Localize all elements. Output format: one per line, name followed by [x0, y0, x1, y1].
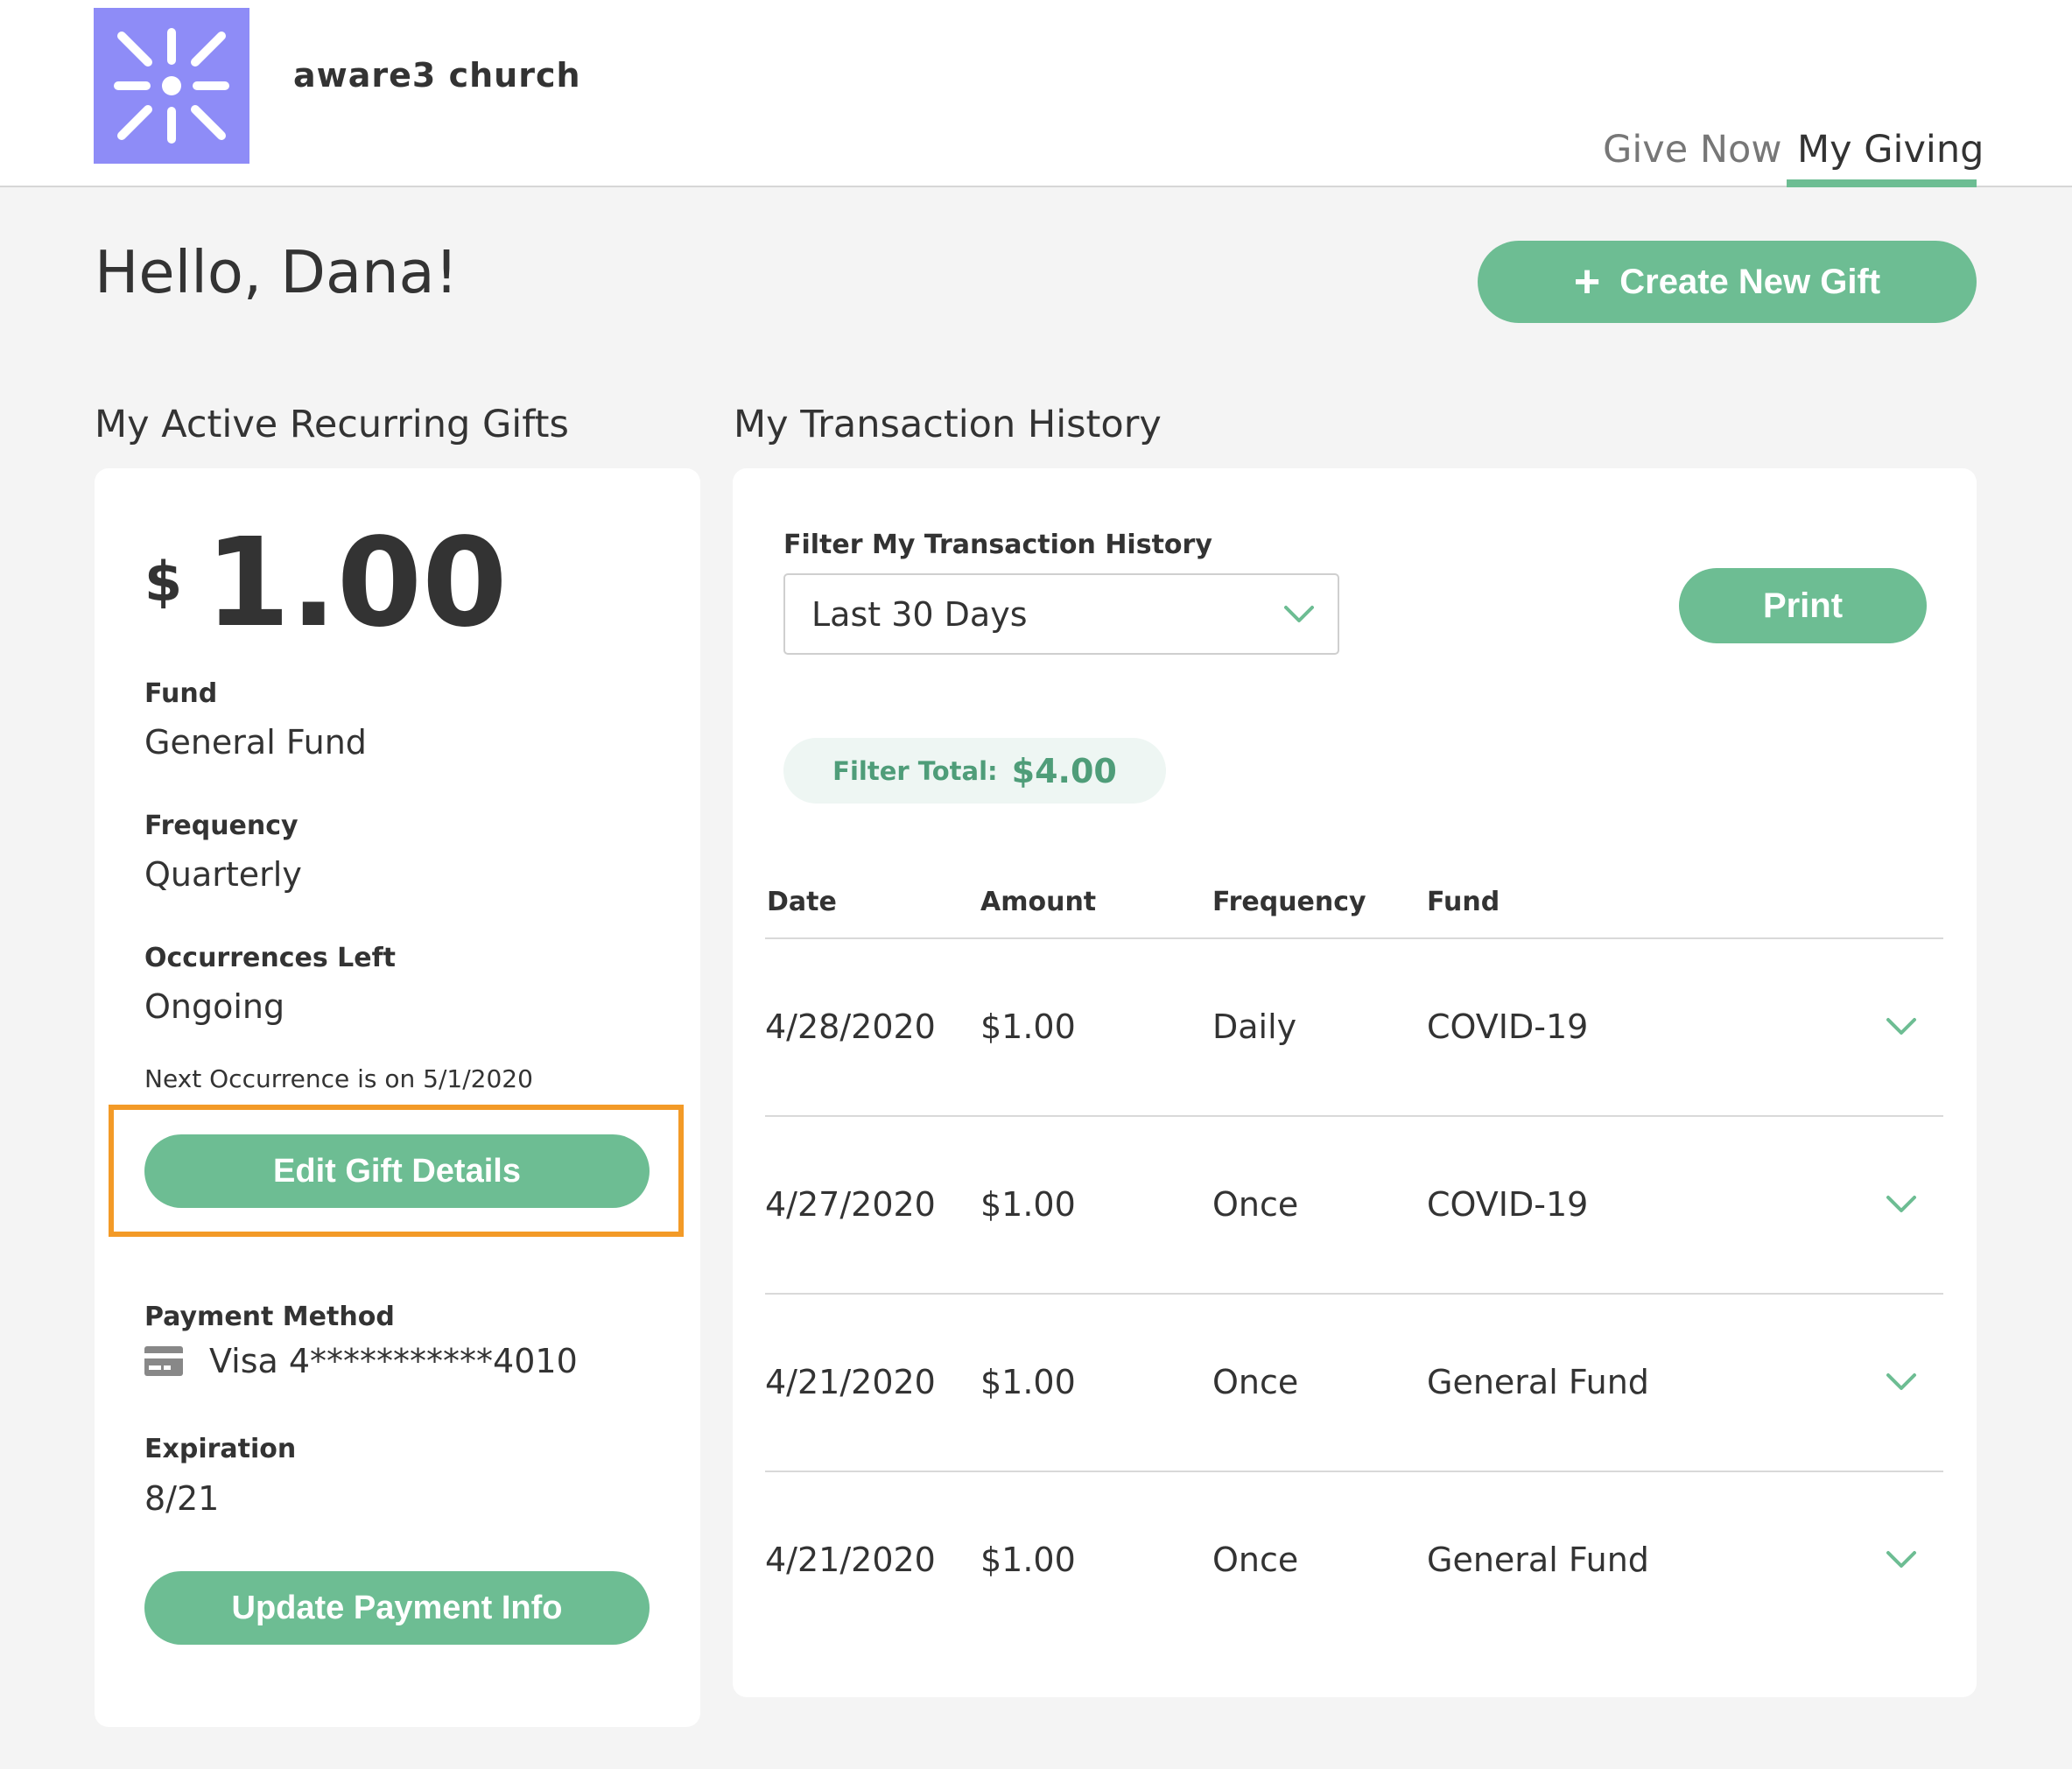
- transaction-history-title: My Transaction History: [734, 403, 1162, 446]
- greeting: Hello, Dana!: [95, 238, 459, 306]
- table-row[interactable]: 4/21/2020 $1.00 Once General Fund: [765, 1472, 1943, 1647]
- row-fund: General Fund: [1427, 1541, 1649, 1579]
- column-header-date: Date: [767, 887, 837, 917]
- nav-tab-my-giving[interactable]: My Giving: [1797, 128, 1984, 172]
- row-amount: $1.00: [980, 1185, 1076, 1224]
- credit-card-icon: [144, 1346, 183, 1376]
- sparkle-logo-icon: [114, 28, 229, 144]
- filter-total-value: $4.00: [1011, 751, 1117, 790]
- plus-icon: +: [1573, 256, 1601, 307]
- row-amount: $1.00: [980, 1363, 1076, 1401]
- row-date: 4/21/2020: [765, 1363, 936, 1401]
- row-date: 4/21/2020: [765, 1541, 936, 1579]
- top-header: aware3 church Give Now My Giving: [0, 0, 2072, 187]
- payment-method-row: Visa 4***********4010: [144, 1342, 578, 1380]
- row-frequency: Once: [1212, 1541, 1299, 1579]
- row-fund: COVID-19: [1427, 1185, 1589, 1224]
- row-amount: $1.00: [980, 1007, 1076, 1046]
- org-name: aware3 church: [293, 56, 581, 95]
- fund-value: General Fund: [144, 723, 367, 762]
- gift-amount: $ 1.00: [144, 516, 508, 651]
- table-row[interactable]: 4/28/2020 $1.00 Daily COVID-19: [765, 939, 1943, 1114]
- frequency-value: Quarterly: [144, 855, 302, 894]
- chevron-down-icon: [1284, 605, 1314, 622]
- expiration-label: Expiration: [144, 1434, 297, 1464]
- row-frequency: Once: [1212, 1185, 1299, 1224]
- create-new-gift-button[interactable]: + Create New Gift: [1478, 241, 1977, 323]
- payment-method-value: Visa 4***********4010: [209, 1342, 578, 1380]
- row-fund: General Fund: [1427, 1363, 1649, 1401]
- filter-total-badge: Filter Total: $4.00: [783, 738, 1166, 804]
- filter-label: Filter My Transaction History: [783, 530, 1212, 560]
- row-fund: COVID-19: [1427, 1007, 1589, 1046]
- row-date: 4/27/2020: [765, 1185, 936, 1224]
- fund-label: Fund: [144, 678, 218, 709]
- filter-dropdown[interactable]: Last 30 Days: [783, 573, 1339, 655]
- currency-symbol: $: [144, 550, 183, 614]
- filter-dropdown-value: Last 30 Days: [811, 594, 1028, 634]
- nav-tab-give-now[interactable]: Give Now: [1603, 128, 1781, 172]
- column-header-amount: Amount: [980, 887, 1097, 917]
- gift-amount-value: 1.00: [205, 512, 508, 655]
- column-header-fund: Fund: [1427, 887, 1500, 917]
- row-expand-chevron-icon[interactable]: [1886, 1472, 1917, 1647]
- table-row[interactable]: 4/21/2020 $1.00 Once General Fund: [765, 1295, 1943, 1470]
- row-expand-chevron-icon[interactable]: [1886, 939, 1917, 1114]
- print-button[interactable]: Print: [1679, 568, 1927, 643]
- row-amount: $1.00: [980, 1541, 1076, 1579]
- table-row[interactable]: 4/27/2020 $1.00 Once COVID-19: [765, 1117, 1943, 1292]
- expiration-value: 8/21: [144, 1479, 220, 1518]
- church-logo[interactable]: [94, 8, 249, 164]
- payment-method-label: Payment Method: [144, 1302, 395, 1332]
- create-new-gift-label: Create New Gift: [1619, 262, 1881, 301]
- row-expand-chevron-icon[interactable]: [1886, 1117, 1917, 1292]
- row-date: 4/28/2020: [765, 1007, 936, 1046]
- occurrences-left-label: Occurrences Left: [144, 943, 397, 973]
- recurring-gifts-title: My Active Recurring Gifts: [95, 403, 569, 446]
- occurrences-left-value: Ongoing: [144, 987, 285, 1026]
- frequency-label: Frequency: [144, 811, 299, 841]
- update-payment-info-button[interactable]: Update Payment Info: [144, 1571, 650, 1645]
- filter-total-label: Filter Total:: [832, 755, 998, 786]
- row-frequency: Once: [1212, 1363, 1299, 1401]
- edit-gift-details-button[interactable]: Edit Gift Details: [144, 1134, 650, 1208]
- next-occurrence-text: Next Occurrence is on 5/1/2020: [144, 1064, 533, 1093]
- active-tab-indicator: [1787, 179, 1977, 187]
- column-header-frequency: Frequency: [1212, 887, 1366, 917]
- recurring-gift-card: [95, 468, 700, 1727]
- row-frequency: Daily: [1212, 1007, 1297, 1046]
- row-expand-chevron-icon[interactable]: [1886, 1295, 1917, 1470]
